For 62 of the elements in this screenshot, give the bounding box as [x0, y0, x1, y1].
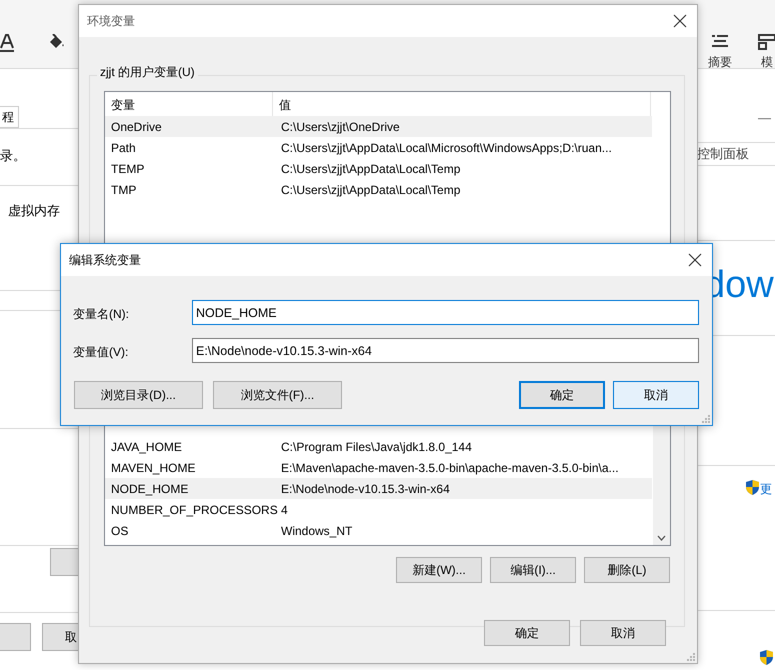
- list-row[interactable]: MAVEN_HOME E:\Maven\apache-maven-3.5.0-bin\apache-maven-3.5.0-bin\a...: [105, 457, 652, 478]
- variable-value: C:\Program Files\Java\jdk1.8.0_144: [281, 440, 473, 454]
- close-icon[interactable]: [688, 253, 702, 267]
- variable-name: MAVEN_HOME: [110, 460, 196, 474]
- shield-icon: [760, 650, 773, 665]
- list-row[interactable]: Path C:\Users\zjjt\AppData\Local\Microsoft\WindowsApps;D:\ruan...: [105, 137, 652, 158]
- variable-value: C:\Users\zjjt\OneDrive: [281, 120, 401, 134]
- layout-icon: [758, 34, 775, 50]
- list-row[interactable]: OS Windows_NT: [105, 520, 652, 541]
- list-row[interactable]: TMP C:\Users\zjjt\AppData\Local\Temp: [105, 179, 652, 200]
- browse-button[interactable]: 浏览目录(D)...: [74, 381, 203, 409]
- list-row[interactable]: NODE_HOME E:\Node\node-v10.15.3-win-x64: [105, 478, 652, 499]
- variable-name: OS: [110, 524, 130, 538]
- shield-icon: [746, 480, 759, 495]
- group-label: zjjt 的用户变量(U): [97, 64, 198, 81]
- cancel-button[interactable]: 取消: [580, 620, 666, 646]
- variable-name: Path: [110, 140, 137, 154]
- field-label: 变量值(V):: [73, 344, 128, 361]
- variable-name: NODE_HOME: [110, 482, 190, 496]
- minimize-button[interactable]: —: [758, 110, 771, 125]
- scroll-down-icon[interactable]: [657, 535, 666, 541]
- variable-value: C:\Users\zjjt\AppData\Local\Temp: [281, 162, 462, 176]
- change-settings-link[interactable]: 更: [760, 481, 772, 498]
- cancel-button[interactable]: 取消: [613, 381, 699, 409]
- tab[interactable]: 程: [0, 106, 19, 128]
- name-field[interactable]: NODE_HOME: [192, 300, 699, 325]
- list-action-button[interactable]: 编辑(I)...: [490, 557, 576, 583]
- value-field[interactable]: E:\Node\node-v10.15.3-win-x64: [192, 338, 699, 363]
- variable-name: JAVA_HOME: [110, 440, 183, 454]
- control-panel-link[interactable]: 控制面板: [697, 145, 749, 163]
- paint-bucket-icon[interactable]: [48, 34, 66, 51]
- list-action-button[interactable]: 删除(L): [584, 557, 670, 583]
- variable-value: C:\Users\zjjt\AppData\Local\Microsoft\WindowsApps;D:\ruan...: [281, 140, 613, 154]
- description-text: 虚拟内存: [8, 202, 60, 220]
- toolbar-label[interactable]: 模: [761, 54, 773, 71]
- font-color-icon[interactable]: [0, 34, 14, 52]
- variable-name: NUMBER_OF_PROCESSORS: [110, 502, 279, 516]
- description-text: 录。: [0, 147, 26, 165]
- list-action-button[interactable]: 新建(W)...: [396, 557, 482, 583]
- ok-button[interactable]: 确定: [484, 620, 570, 646]
- variable-value: E:\Node\node-v10.15.3-win-x64: [281, 482, 451, 496]
- variable-value: E:\Maven\apache-maven-3.5.0-bin\apache-maven-3.5.0-bin\a...: [281, 460, 620, 474]
- variable-name: TMP: [110, 182, 138, 196]
- browse-button[interactable]: 浏览文件(F)...: [213, 381, 342, 409]
- variable-name: TEMP: [110, 162, 146, 176]
- list-row[interactable]: JAVA_HOME C:\Program Files\Java\jdk1.8.0_144: [105, 436, 652, 457]
- list-row[interactable]: TEMP C:\Users\zjjt\AppData\Local\Temp: [105, 158, 652, 179]
- window-title: 编辑系统变量: [69, 252, 141, 268]
- variable-value: C:\Users\zjjt\AppData\Local\Temp: [281, 182, 462, 196]
- resize-grip-icon[interactable]: [686, 652, 695, 661]
- list-row[interactable]: NUMBER_OF_PROCESSORS 4: [105, 499, 652, 520]
- list-icon: [711, 34, 729, 50]
- toolbar-label[interactable]: 摘要: [708, 54, 732, 71]
- close-icon[interactable]: [673, 14, 687, 28]
- variable-name: OneDrive: [110, 120, 163, 134]
- list-row[interactable]: OneDrive C:\Users\zjjt\OneDrive: [105, 116, 652, 137]
- ok-button[interactable]: 确定: [519, 381, 605, 409]
- resize-grip-icon[interactable]: [701, 414, 710, 423]
- field-label: 变量名(N):: [73, 306, 129, 323]
- window-title: 环境变量: [87, 12, 135, 30]
- variable-value: Windows_NT: [281, 524, 354, 538]
- variable-value: 4: [281, 502, 289, 516]
